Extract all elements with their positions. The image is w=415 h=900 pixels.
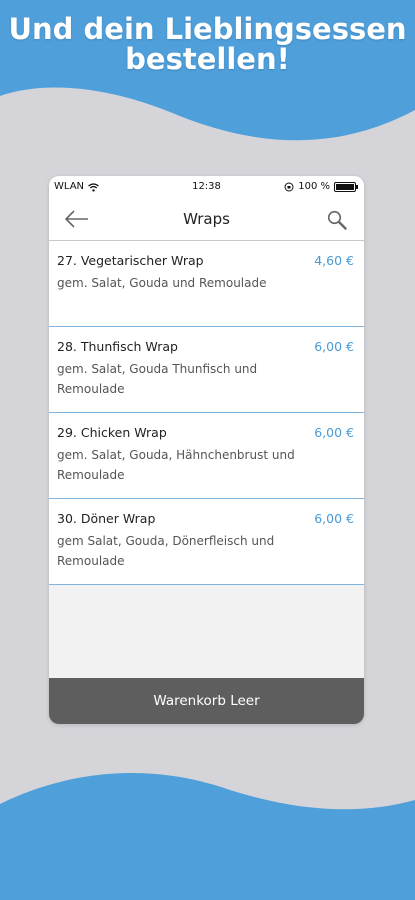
list-item[interactable]: 27. Vegetarischer Wrap 4,60 € gem. Salat… (49, 241, 364, 327)
item-name: 30. Döner Wrap (57, 511, 156, 526)
item-name: 27. Vegetarischer Wrap (57, 253, 204, 268)
headline-line-1: Und dein Lieblingsessen (8, 12, 407, 46)
menu-list: 27. Vegetarischer Wrap 4,60 € gem. Salat… (49, 241, 364, 585)
status-bar: WLAN 12:38 100 % (49, 176, 364, 198)
item-price: 4,60 € (314, 253, 354, 268)
page-title: Wraps (183, 210, 230, 228)
phone-screen: WLAN 12:38 100 % Wraps 27. Vegetarischer… (49, 176, 364, 724)
item-description: gem. Salat, Gouda, Hähnchenbrust und Rem… (57, 448, 295, 482)
item-name: 28. Thunfisch Wrap (57, 339, 178, 354)
item-price: 6,00 € (314, 425, 354, 440)
nav-bar: Wraps (49, 198, 364, 241)
list-item[interactable]: 30. Döner Wrap 6,00 € gem Salat, Gouda, … (49, 499, 364, 585)
list-item[interactable]: 29. Chicken Wrap 6,00 € gem. Salat, Goud… (49, 413, 364, 499)
orientation-lock-icon (284, 182, 294, 192)
promo-headline: Und dein Lieblingsessen bestellen! (0, 14, 415, 74)
item-description: gem Salat, Gouda, Dönerfleisch und Remou… (57, 534, 275, 568)
bottom-wave (0, 773, 415, 900)
item-description: gem. Salat, Gouda und Remoulade (57, 276, 267, 290)
item-price: 6,00 € (314, 511, 354, 526)
headline-line-2: bestellen! (125, 42, 290, 76)
battery-icon (334, 182, 358, 192)
item-price: 6,00 € (314, 339, 354, 354)
item-name: 29. Chicken Wrap (57, 425, 167, 440)
battery-percent: 100 % (298, 181, 330, 192)
arrow-left-icon[interactable] (63, 208, 91, 230)
cart-button[interactable]: Warenkorb Leer (49, 678, 364, 724)
list-item[interactable]: 28. Thunfisch Wrap 6,00 € gem. Salat, Go… (49, 327, 364, 413)
search-icon[interactable] (326, 209, 348, 231)
item-description: gem. Salat, Gouda Thunfisch und Remoulad… (57, 362, 258, 396)
